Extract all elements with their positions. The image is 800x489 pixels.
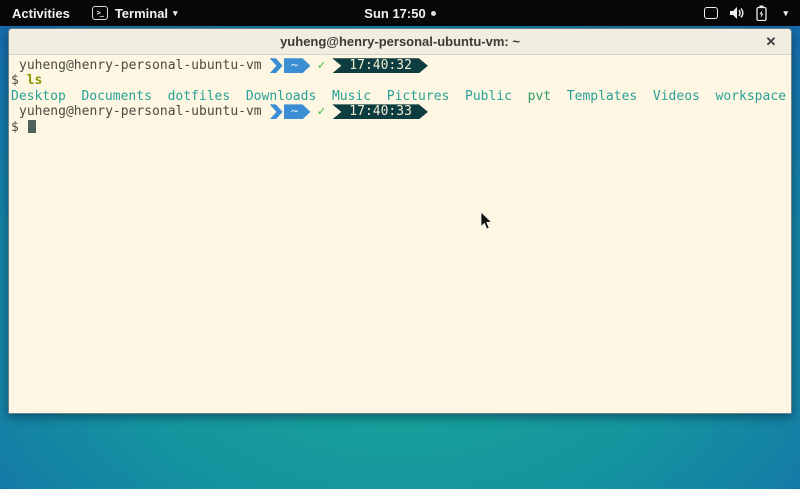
ls-entry: Music: [332, 89, 371, 104]
display-icon: [704, 7, 718, 19]
mouse-cursor: [480, 211, 494, 231]
ls-output-line: Desktop Documents dotfiles Downloads Mus…: [11, 89, 791, 104]
battery-charging-icon: [756, 5, 767, 21]
desktop-screen: Activities >_ Terminal ▾ Sun 17:50: [0, 0, 800, 489]
shell-prompt-symbol: $: [11, 73, 19, 88]
prompt-user-host: yuheng@henry-personal-ubuntu-vm: [11, 58, 262, 73]
activities-button[interactable]: Activities: [0, 0, 82, 26]
terminal-window: yuheng@henry-personal-ubuntu-vm: ~ ✕ yuh…: [8, 28, 792, 414]
ls-entry: Documents: [81, 89, 151, 104]
prompt-line-1: yuheng@henry-personal-ubuntu-vm ~ ✓ 17:4…: [11, 58, 791, 73]
cursor-block: [28, 120, 36, 133]
shell-prompt-symbol: $: [11, 120, 19, 135]
app-menu-label: Terminal: [115, 6, 168, 21]
ls-entry: workspace: [716, 89, 786, 104]
notification-dot-icon: [431, 11, 436, 16]
terminal-body[interactable]: yuheng@henry-personal-ubuntu-vm ~ ✓ 17:4…: [9, 55, 791, 414]
system-menu-chevron-icon: ▾: [783, 8, 788, 19]
ls-entry: Downloads: [246, 89, 316, 104]
prompt-path-segment: ~: [284, 104, 311, 119]
prompt-path-segment: ~: [284, 58, 311, 73]
terminal-app-icon: >_: [92, 6, 108, 20]
prompt-line-2: yuheng@henry-personal-ubuntu-vm ~ ✓ 17:4…: [11, 104, 791, 119]
ls-entry: pvt: [528, 89, 551, 104]
prompt-time-badge: 17:40:33: [332, 104, 428, 119]
prompt-time-badge: 17:40:32: [332, 58, 428, 73]
command-line: $ ls: [11, 73, 791, 88]
prompt-status-check-icon: ✓: [317, 58, 325, 73]
input-line: $: [11, 120, 791, 135]
volume-icon: [729, 6, 745, 20]
close-icon: ✕: [766, 34, 777, 50]
ls-entry: Desktop: [11, 89, 66, 104]
powerline-chevron-icon: [270, 104, 283, 119]
ls-entry: Pictures: [387, 89, 450, 104]
ls-entry: Public: [465, 89, 512, 104]
window-titlebar[interactable]: yuheng@henry-personal-ubuntu-vm: ~ ✕: [9, 29, 791, 55]
prompt-status-check-icon: ✓: [317, 104, 325, 119]
topbar-left: Activities >_ Terminal ▾: [0, 0, 188, 26]
ls-entry: dotfiles: [168, 89, 231, 104]
close-button[interactable]: ✕: [761, 29, 781, 55]
window-title: yuheng@henry-personal-ubuntu-vm: ~: [280, 34, 520, 49]
system-status-area[interactable]: ▾: [692, 0, 800, 26]
chevron-down-icon: ▾: [173, 8, 178, 19]
clock-label: Sun 17:50: [364, 6, 425, 21]
command-text: ls: [27, 73, 43, 88]
top-bar: Activities >_ Terminal ▾ Sun 17:50: [0, 0, 800, 26]
ls-entry: Templates: [567, 89, 637, 104]
prompt-user-host: yuheng@henry-personal-ubuntu-vm: [11, 104, 262, 119]
ls-entry: Videos: [653, 89, 700, 104]
app-menu-terminal[interactable]: >_ Terminal ▾: [82, 0, 188, 26]
powerline-chevron-icon: [270, 58, 283, 73]
